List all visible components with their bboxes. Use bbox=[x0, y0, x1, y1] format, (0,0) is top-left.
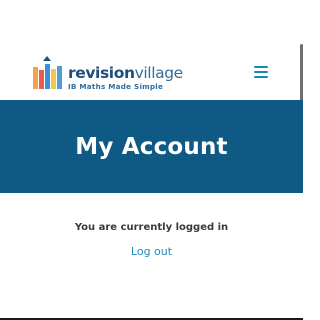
menu-bar bbox=[254, 76, 268, 78]
hamburger-menu-icon[interactable] bbox=[250, 64, 272, 80]
scrollbar-thumb[interactable] bbox=[300, 44, 303, 102]
logo-wordmark-light: village bbox=[134, 64, 184, 82]
logo-wordmark-strong: revision bbox=[68, 64, 135, 82]
logout-link[interactable]: Log out bbox=[0, 245, 303, 258]
logo-text: revisionvillage IB Maths Made Simple bbox=[68, 55, 183, 91]
logo-wordmark: revisionvillage bbox=[68, 64, 183, 82]
menu-bar bbox=[254, 71, 268, 73]
page-title: My Account bbox=[75, 133, 228, 160]
page-hero-banner: My Account bbox=[0, 100, 303, 193]
site-header: revisionvillage IB Maths Made Simple bbox=[0, 0, 303, 100]
account-content: You are currently logged in Log out bbox=[0, 193, 303, 320]
revision-village-logo[interactable]: revisionvillage IB Maths Made Simple bbox=[33, 55, 183, 91]
page: revisionvillage IB Maths Made Simple My … bbox=[0, 0, 303, 320]
login-status-text: You are currently logged in bbox=[74, 222, 229, 233]
logo-tagline: IB Maths Made Simple bbox=[68, 82, 164, 91]
menu-bar bbox=[254, 66, 268, 68]
logo-books-icon bbox=[33, 56, 62, 89]
